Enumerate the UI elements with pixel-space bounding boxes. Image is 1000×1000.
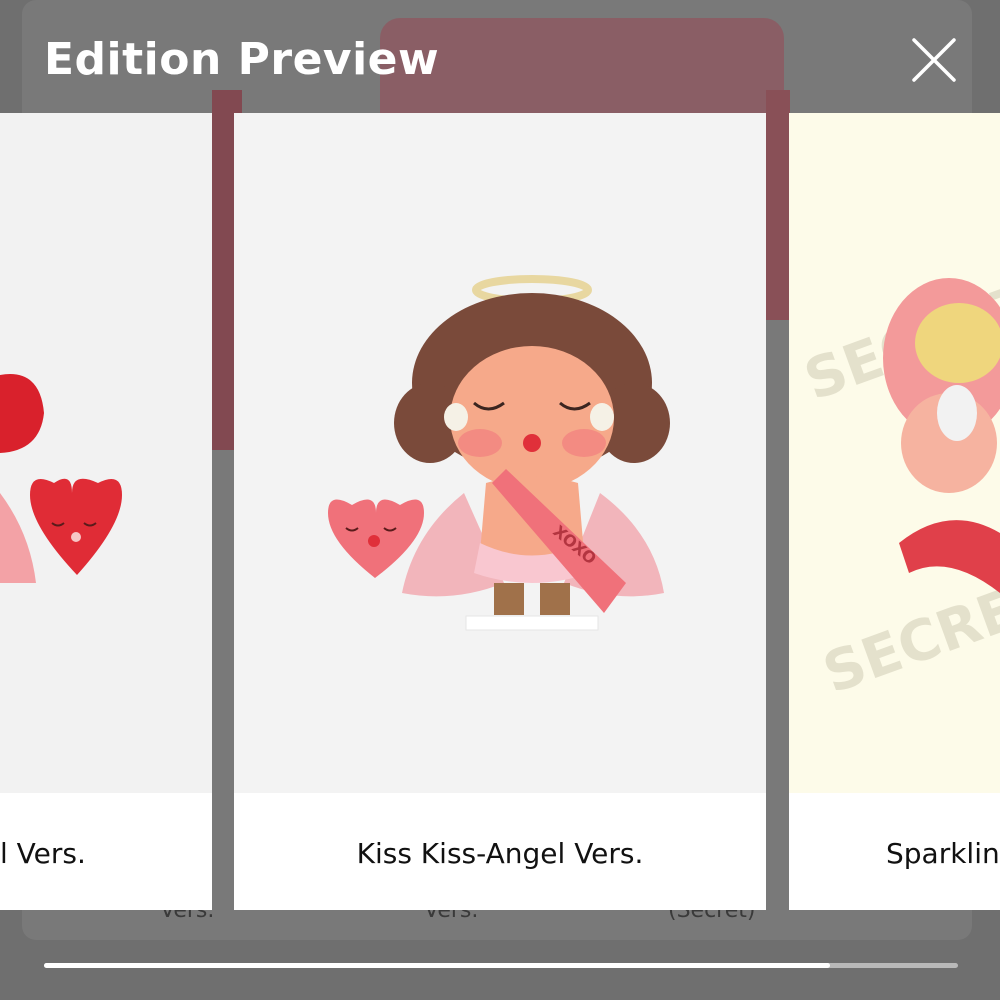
modal-title: Edition Preview [44,34,440,85]
card-label: Sparklin [886,837,1000,870]
close-icon [912,38,956,82]
card-image: XOXO [234,113,766,793]
carousel-scrollbar-thumb[interactable] [44,963,831,968]
card-image [0,113,212,793]
secret-figure-image: SECRET SECRET [796,271,1000,707]
card-label: l Vers. [0,837,86,870]
carousel-scrollbar[interactable] [44,963,958,968]
edition-card[interactable]: l Vers. [0,113,212,910]
card-label: Kiss Kiss-Angel Vers. [356,837,644,870]
edition-card[interactable]: SECRET SECRET Sparklin [789,113,1000,910]
edition-card[interactable]: XOXO Kiss Kiss-Angel Vers. [234,113,766,910]
close-button[interactable] [906,32,962,88]
angel-figure-image: XOXO [328,275,670,631]
card-image: SECRET SECRET [789,113,1000,793]
heart-cupid-figure-image [0,374,122,583]
watermark-text: SECRET [815,564,1000,707]
